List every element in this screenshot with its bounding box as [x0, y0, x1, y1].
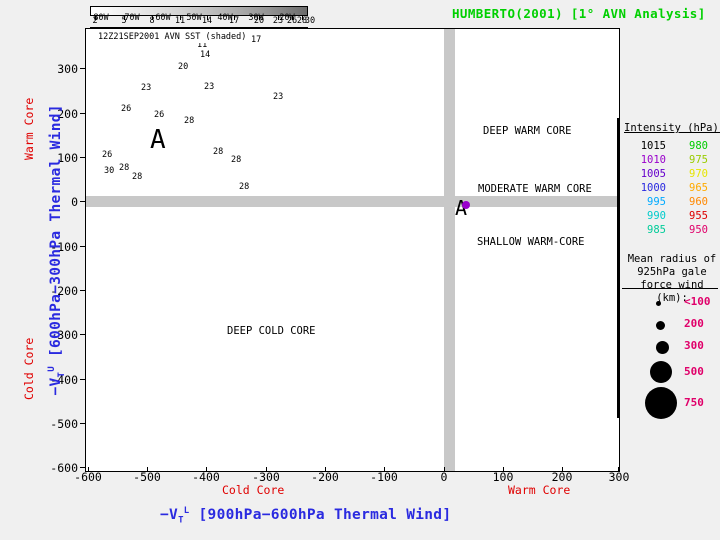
data-point-intensity-dot-A[interactable]	[462, 201, 470, 209]
radius-label: 750	[684, 396, 704, 409]
sst-contour-label: 28	[230, 155, 243, 165]
radius-dot	[645, 387, 677, 419]
lon-label: 20W	[279, 13, 295, 23]
intensity-legend-row: 1015 980	[632, 140, 708, 152]
intensity-value: 955	[689, 210, 708, 222]
quadrant-label-moderate-warm-core: MODERATE WARM CORE	[478, 183, 592, 195]
intensity-legend-row: 985 950	[632, 224, 708, 236]
sst-contour-label: 28	[183, 116, 196, 126]
colorbar-value: 30	[304, 16, 316, 26]
radius-label: 300	[684, 339, 704, 352]
radius-header-underline	[622, 288, 718, 289]
x-axis-warm-core-label: Warm Core	[508, 483, 571, 497]
sst-contour-label: 28	[131, 172, 144, 182]
lon-label: 70W	[124, 13, 140, 23]
x-tick-label: 0	[440, 470, 448, 484]
y-axis-warm-core-label: Warm Core	[22, 97, 36, 160]
x-tick-label: -300	[252, 470, 280, 484]
radius-legend-row: 500	[622, 361, 720, 385]
y-axis-cold-core-label: Cold Core	[22, 337, 36, 400]
inset-storm-marker: A	[150, 125, 166, 155]
lon-label: 80W	[93, 13, 109, 23]
intensity-legend-header: Intensity (hPa):	[624, 122, 720, 134]
y-axis-title: −VTU [600hPa−300hPa Thermal Wind]	[47, 104, 67, 396]
radius-dot	[656, 321, 665, 330]
x-tick-label: -100	[370, 470, 398, 484]
quadrant-label-deep-cold-core: DEEP COLD CORE	[227, 325, 316, 337]
sst-contour-label: 14	[199, 50, 212, 60]
sst-contour-label: 28	[118, 163, 131, 173]
radius-dot	[656, 301, 661, 306]
intensity-value: 995	[647, 196, 666, 208]
intensity-value: 990	[647, 210, 666, 222]
intensity-value: 985	[647, 224, 666, 236]
zero-reference-line-horizontal	[86, 196, 619, 207]
zero-reference-line-vertical	[444, 29, 455, 471]
sst-contour-label: 17	[250, 35, 263, 45]
sst-contour-label: 23	[272, 92, 285, 102]
intensity-value: 965	[689, 182, 708, 194]
x-tick-label: 300	[608, 470, 630, 484]
radius-legend-row: 300	[622, 339, 720, 363]
sst-contour-label: 26	[120, 104, 133, 114]
intensity-legend-row: 995 960	[632, 196, 708, 208]
sst-contour-label: 28	[238, 182, 251, 192]
intensity-value: 970	[689, 168, 708, 180]
radius-label: 200	[684, 317, 704, 330]
intensity-value: 1005	[640, 168, 666, 180]
lon-label: 60W	[155, 13, 171, 23]
sst-contour-label: 30	[103, 166, 116, 176]
legend-divider	[617, 118, 619, 418]
x-tick-label: -400	[192, 470, 220, 484]
radius-dot	[656, 341, 669, 354]
lon-label: 40W	[217, 13, 233, 23]
intensity-legend-row: 1010 975	[632, 154, 708, 166]
radius-dot	[650, 361, 672, 383]
page-title: HUMBERTO(2001) [1° AVN Analysis]	[452, 6, 706, 21]
intensity-legend-row: 1000 965	[632, 182, 708, 194]
intensity-value: 1000	[640, 182, 666, 194]
intensity-legend-row: 1005 970	[632, 168, 708, 180]
sst-contour-label: 23	[140, 83, 153, 93]
intensity-value: 975	[689, 154, 708, 166]
inset-map-title: 12Z21SEP2001 AVN SST (shaded)	[96, 31, 249, 43]
lon-label: 30W	[248, 13, 264, 23]
sst-contour-label: 28	[212, 147, 225, 157]
phase-space-plot	[85, 28, 620, 472]
intensity-legend-row: 990 955	[632, 210, 708, 222]
radius-legend-row: 200	[622, 317, 720, 341]
x-tick-label: 100	[492, 470, 514, 484]
radius-legend-row: <100	[622, 295, 720, 319]
sst-contour-label: 20	[177, 62, 190, 72]
intensity-value: 960	[689, 196, 708, 208]
x-tick-label: -200	[311, 470, 339, 484]
radius-legend-row: 750	[622, 387, 720, 419]
sst-contour-label: 26	[153, 110, 166, 120]
quadrant-label-shallow-warm-core: SHALLOW WARM-CORE	[477, 236, 585, 248]
x-tick-label: -500	[133, 470, 161, 484]
x-axis-title: −VTL [900hPa−600hPa Thermal Wind]	[160, 506, 452, 526]
x-tick-label: 200	[551, 470, 573, 484]
intensity-value: 950	[689, 224, 708, 236]
lon-label: 50W	[186, 13, 202, 23]
quadrant-label-deep-warm-core: DEEP WARM CORE	[483, 125, 572, 137]
radius-label: <100	[684, 295, 711, 308]
intensity-value: 980	[689, 140, 708, 152]
intensity-value: 1010	[640, 154, 666, 166]
radius-header-line-2: 925hPa gale	[637, 266, 707, 278]
intensity-value: 1015	[640, 140, 666, 152]
radius-header-line-1: Mean radius of	[627, 253, 717, 265]
sst-contour-label: 26	[101, 150, 114, 160]
radius-label: 500	[684, 365, 704, 378]
sst-contour-label: 23	[203, 82, 216, 92]
x-axis-cold-core-label: Cold Core	[222, 483, 285, 497]
